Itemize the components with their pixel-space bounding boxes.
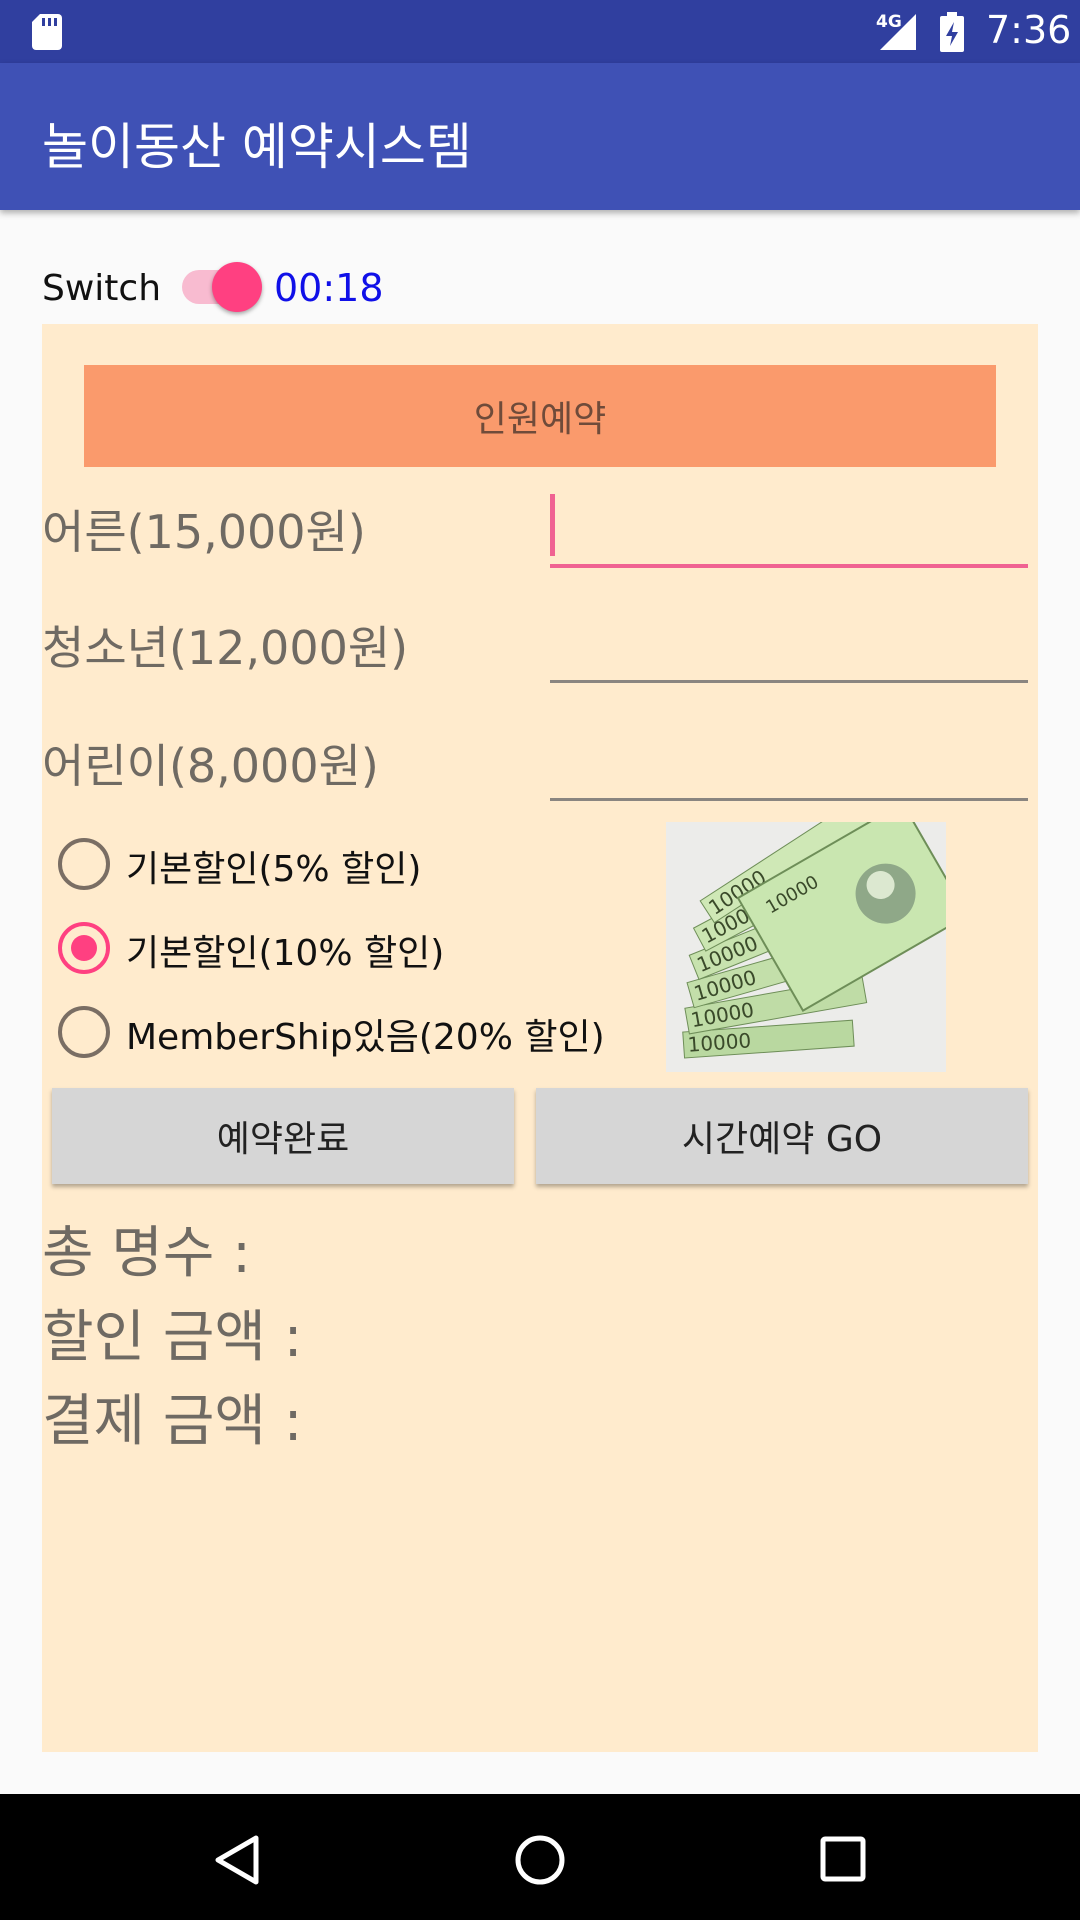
signal-icon xyxy=(880,14,916,50)
child-label: 어린이(8,000원) xyxy=(42,739,379,793)
text-cursor xyxy=(550,494,555,556)
app-title: 놀이동산 예약시스템 xyxy=(42,118,472,176)
recents-icon[interactable] xyxy=(820,1836,866,1882)
adult-label: 어른(15,000원) xyxy=(42,505,366,559)
discount-10-label[interactable]: 기본할인(10% 할인) xyxy=(126,924,444,976)
discount-5-radio[interactable] xyxy=(58,838,110,890)
status-bar: 4G 7:36 xyxy=(0,0,1080,63)
adult-count-input[interactable] xyxy=(550,504,1028,568)
discount-5-label[interactable]: 기본할인(5% 할인) xyxy=(126,840,421,892)
app-bar: 놀이동산 예약시스템 xyxy=(0,63,1080,210)
battery-charging-icon xyxy=(940,12,964,52)
discount-10-radio[interactable] xyxy=(58,922,110,974)
radio-ring xyxy=(58,838,110,890)
payment-amount-label: 결제 금액 : xyxy=(42,1389,303,1454)
total-people-label: 총 명수 : xyxy=(42,1221,252,1286)
sd-card-icon xyxy=(32,14,62,50)
child-count-input[interactable] xyxy=(550,738,1028,801)
discount-amount-label: 할인 금액 : xyxy=(42,1305,303,1370)
time-reservation-go-button[interactable]: 시간예약 GO xyxy=(536,1088,1028,1184)
timer-display: 00:18 xyxy=(274,266,384,310)
navigation-bar xyxy=(0,1794,1080,1920)
membership-20-radio[interactable] xyxy=(58,1006,110,1058)
radio-selected-dot xyxy=(71,935,97,961)
back-icon[interactable] xyxy=(212,1834,260,1886)
switch-label: Switch xyxy=(42,268,162,309)
membership-20-label[interactable]: MemberShip있음(20% 할인) xyxy=(126,1008,605,1060)
home-icon[interactable] xyxy=(514,1834,566,1886)
youth-label: 청소년(12,000원) xyxy=(42,621,409,675)
switch-thumb[interactable] xyxy=(212,262,262,312)
clock: 7:36 xyxy=(986,8,1072,52)
youth-count-input[interactable] xyxy=(550,620,1028,683)
reservation-complete-button[interactable]: 예약완료 xyxy=(52,1088,514,1184)
headcount-reservation-button[interactable]: 인원예약 xyxy=(84,365,996,467)
timer-switch[interactable] xyxy=(180,260,266,314)
radio-ring xyxy=(58,1006,110,1058)
money-banknotes-image: 10000 10000 10000 10000 10000 10000 1000… xyxy=(666,822,946,1072)
